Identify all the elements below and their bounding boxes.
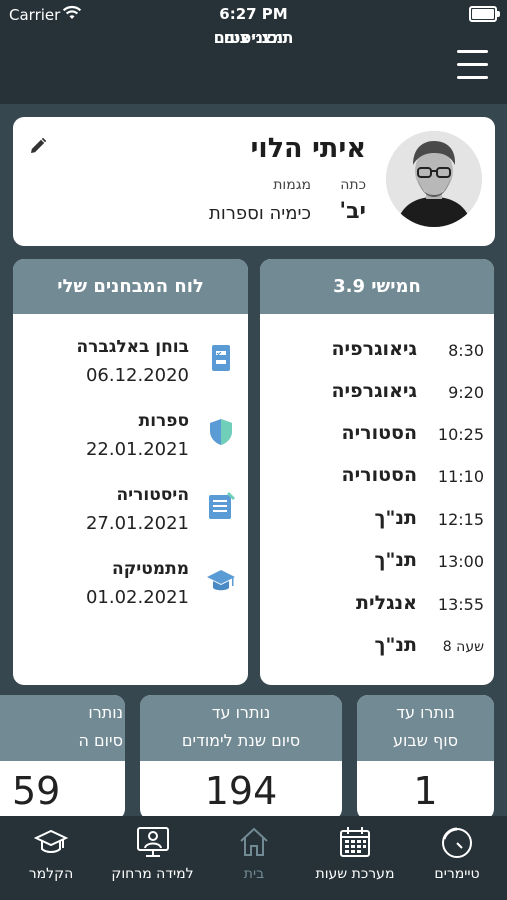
lesson-time: 9:20 <box>448 383 484 402</box>
countdown-value: 1 <box>413 769 438 813</box>
lesson-subject: גיאוגרפיה <box>331 380 417 402</box>
menu-icon-bar <box>457 63 488 66</box>
main-content: איתי הלוי כתה מגמות יב' כימיה וספרות חמי… <box>0 104 507 816</box>
countdown-caption: נותרו <box>88 703 123 722</box>
avatar <box>386 131 482 227</box>
timer-icon <box>442 827 472 858</box>
app-header: תיכוניסטים מצ״צים <box>0 28 507 104</box>
lesson-time: 12:15 <box>437 510 484 529</box>
clock: 6:27 PM <box>219 5 288 23</box>
tab-label: בית <box>243 866 265 882</box>
lesson-time: 10:25 <box>437 425 484 444</box>
tab-label: למידה מרחוק <box>111 866 194 882</box>
daily-schedule-card[interactable]: חמישי 3.9 8:30 גיאוגרפיה 9:20 גיאוגרפיה … <box>260 259 494 685</box>
home-icon <box>240 827 268 856</box>
exam-item[interactable]: ספרות 22.01.2021 <box>13 411 248 481</box>
countdown-caption: נותרו עד <box>211 703 271 722</box>
class-value: יב' <box>339 199 366 224</box>
schedule-row: 10:25 הסטוריה <box>260 418 494 454</box>
tab-timers[interactable]: טיימרים <box>412 816 502 900</box>
countdown-card-partial[interactable]: נותרו סיום ה 59 <box>0 695 125 816</box>
lesson-time: 13:55 <box>437 595 484 614</box>
lesson-subject: גיאוגרפיה <box>331 338 417 360</box>
tab-label: הקלמר <box>28 866 74 882</box>
exam-date: 27.01.2021 <box>85 513 189 534</box>
status-bar: Carrier 6:27 PM <box>0 0 507 28</box>
schedule-row: שעה 8 תנ"ך <box>260 630 494 666</box>
exams-title: לוח המבחנים שלי <box>13 259 248 314</box>
graduation-cap-icon <box>34 829 68 853</box>
lesson-time: 8:30 <box>448 341 484 360</box>
countdown-card-week[interactable]: נותרו עד סוף שבוע 1 <box>357 695 494 816</box>
student-name: איתי הלוי <box>250 133 366 164</box>
exam-item[interactable]: היסטוריה 27.01.2021 <box>13 485 248 555</box>
exam-name: בוחן באלגברה <box>76 337 189 357</box>
tab-home[interactable]: בית <box>214 816 294 900</box>
menu-icon-bar <box>457 76 488 79</box>
countdown-card-school-year[interactable]: נותרו עד סיום שנת לימודים 194 <box>140 695 342 816</box>
majors-value: כימיה וספרות <box>209 203 311 224</box>
lesson-time: 11:10 <box>437 467 484 486</box>
countdown-value: 194 <box>204 769 278 813</box>
app-logo-subtitle: מצ״צים <box>223 28 284 47</box>
schedule-row: 9:20 גיאוגרפיה <box>260 376 494 412</box>
exam-item[interactable]: מתמטיקה 01.02.2021 <box>13 559 248 629</box>
tab-pencil-case[interactable]: הקלמר <box>10 816 92 900</box>
countdown-caption: נותרו עד <box>396 703 455 722</box>
lesson-subject: תנ"ך <box>374 507 417 529</box>
countdown-target: סיום שנת לימודים <box>181 731 301 750</box>
schedule-row: 13:55 אנגלית <box>260 588 494 624</box>
menu-button[interactable] <box>457 50 488 80</box>
lesson-subject: הסטוריה <box>341 422 417 444</box>
schedule-row: 13:00 תנ"ך <box>260 545 494 581</box>
exams-card[interactable]: לוח המבחנים שלי בוחן באלגברה 06.12.2020 … <box>13 259 248 685</box>
exam-date: 22.01.2021 <box>85 439 189 460</box>
tab-timetable[interactable]: מערכת שעות <box>305 816 405 900</box>
monitor-person-icon <box>136 827 169 857</box>
lesson-time: שעה 8 <box>442 639 484 655</box>
calendar-icon <box>340 827 370 857</box>
shield-icon <box>210 419 232 445</box>
battery-icon <box>469 6 500 22</box>
avatar-image <box>386 131 482 227</box>
schedule-row: 12:15 תנ"ך <box>260 503 494 539</box>
lesson-subject: הסטוריה <box>341 464 417 486</box>
tab-remote-learning[interactable]: למידה מרחוק <box>105 816 200 900</box>
class-label: כתה <box>340 177 366 193</box>
schedule-row: 8:30 גיאוגרפיה <box>260 334 494 370</box>
exam-name: ספרות <box>138 411 189 431</box>
countdown-target: סוף שבוע <box>392 731 459 750</box>
exam-date: 01.02.2021 <box>85 587 189 608</box>
tab-bar: טיימרים מערכת שעות בית למידה מרחוק הקלמר <box>0 816 507 900</box>
exam-date: 06.12.2020 <box>85 365 189 386</box>
tab-label: מערכת שעות <box>315 866 395 882</box>
schedule-row: 11:10 הסטוריה <box>260 460 494 496</box>
checklist-icon <box>212 345 230 371</box>
lesson-time: 13:00 <box>437 552 484 571</box>
tab-label: טיימרים <box>434 866 480 882</box>
countdown-value: 59 <box>12 769 61 813</box>
exam-name: היסטוריה <box>116 485 189 505</box>
schedule-title: חמישי 3.9 <box>260 259 494 314</box>
countdown-target: סיום ה <box>78 731 123 750</box>
majors-label: מגמות <box>273 177 311 193</box>
lesson-subject: אנגלית <box>356 592 417 614</box>
document-icon <box>209 492 235 519</box>
lesson-subject: תנ"ך <box>374 634 417 656</box>
graduation-cap-icon <box>207 570 235 591</box>
exam-item[interactable]: בוחן באלגברה 06.12.2020 <box>13 337 248 407</box>
profile-card: איתי הלוי כתה מגמות יב' כימיה וספרות <box>13 117 495 246</box>
exam-name: מתמטיקה <box>112 559 189 579</box>
edit-icon[interactable] <box>29 137 47 155</box>
menu-icon <box>457 50 488 53</box>
lesson-subject: תנ"ך <box>374 549 417 571</box>
